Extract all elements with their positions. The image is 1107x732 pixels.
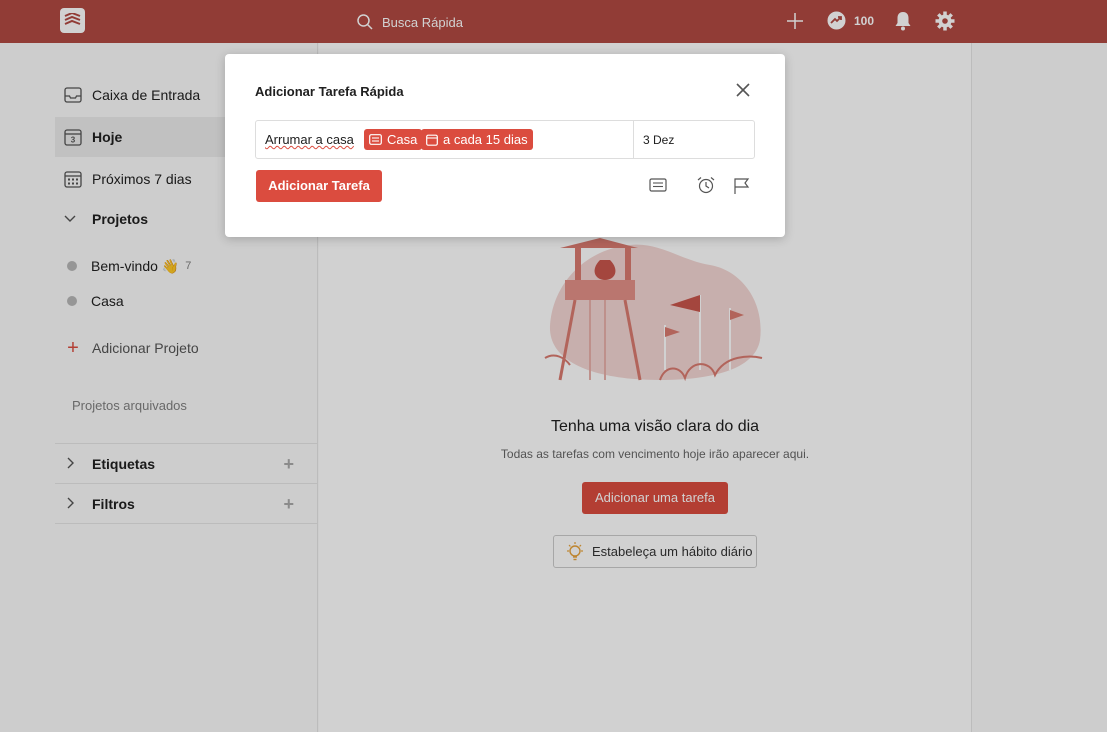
- project-chip[interactable]: Casa: [364, 129, 423, 150]
- due-date-field[interactable]: 3 Dez: [633, 121, 755, 158]
- calendar-icon: [426, 134, 438, 146]
- close-icon[interactable]: [735, 82, 751, 98]
- project-select-icon[interactable]: [649, 178, 667, 192]
- modal-title: Adicionar Tarefa Rápida: [255, 84, 404, 99]
- project-chip-label: Casa: [387, 132, 418, 147]
- task-input[interactable]: Arrumar a casa Casa a cada 15 dias 3 Dez: [255, 120, 755, 159]
- add-task-submit-button[interactable]: Adicionar Tarefa: [256, 170, 382, 202]
- recurrence-chip[interactable]: a cada 15 dias: [421, 129, 533, 150]
- project-list-icon: [369, 134, 382, 145]
- alarm-clock-icon[interactable]: [696, 176, 716, 194]
- task-text: Arrumar a casa: [265, 132, 354, 147]
- quick-add-modal: Adicionar Tarefa Rápida Arrumar a casa C…: [225, 54, 785, 237]
- recurrence-chip-label: a cada 15 dias: [443, 132, 528, 147]
- flag-icon[interactable]: [733, 177, 751, 195]
